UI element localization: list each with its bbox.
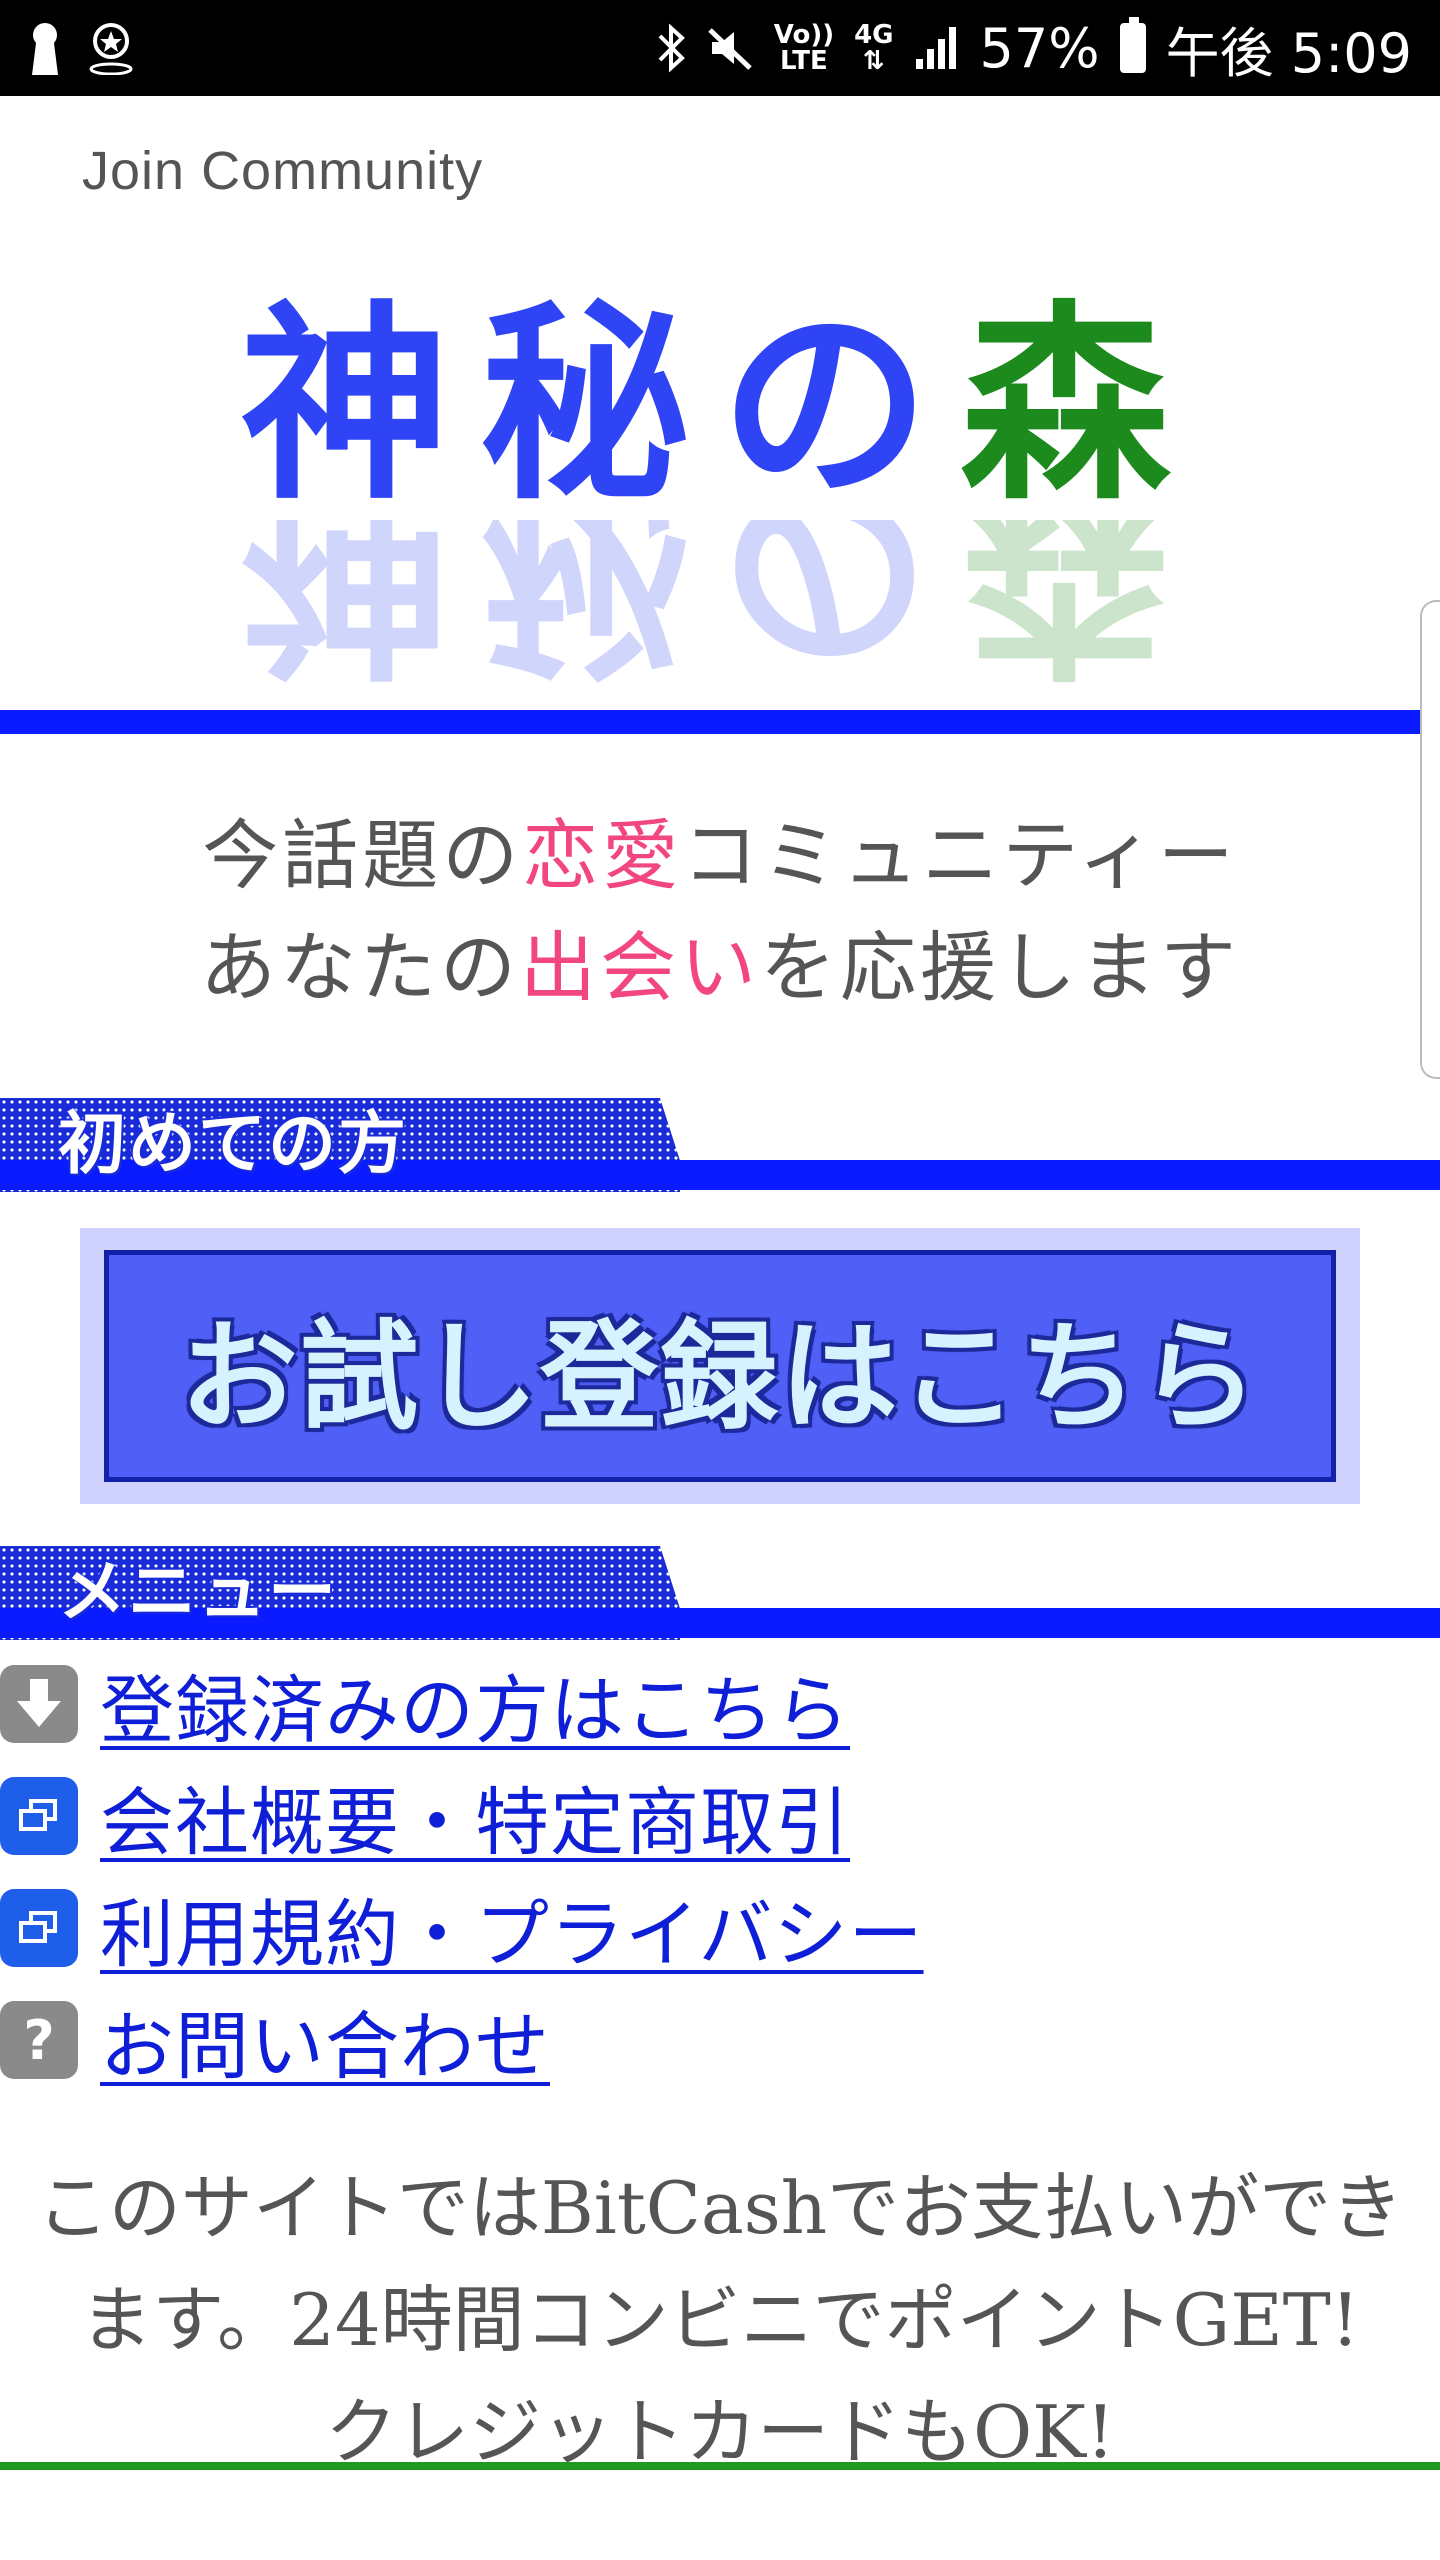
status-bar: Vo)) LTE 4G ⇅ 57% 午後 5:09 <box>0 0 1440 96</box>
section-title-menu: メニュー <box>58 1553 339 1632</box>
keyhole-icon <box>28 21 62 75</box>
menu-link-registered-login[interactable]: 登録済みの方はこちら <box>100 1651 850 1758</box>
battery-percent: 57% <box>979 16 1100 80</box>
mute-icon <box>706 24 754 72</box>
payment-info-text: このサイトではBitCashでお支払いができ ます。24時間コンビニでポイントG… <box>36 2166 1404 2474</box>
menu-link-contact[interactable]: お問い合わせ <box>100 1987 550 2094</box>
menu-item-terms-privacy[interactable]: 利用規約・プライバシー <box>0 1872 1440 1984</box>
menu-link-terms-privacy[interactable]: 利用規約・プライバシー <box>100 1875 924 1982</box>
logo-text-accent: 森 <box>960 281 1201 528</box>
logo-reflection-accent: 森 <box>960 520 1201 690</box>
logo-text-main: 神秘の <box>239 281 960 528</box>
trial-registration-label: お試し登録はこちら <box>179 1307 1260 1446</box>
menu-item-registered-login[interactable]: 登録済みの方はこちら <box>0 1648 1440 1760</box>
footer-divider <box>0 2462 1440 2470</box>
section-header-menu: メニュー <box>0 1546 1440 1640</box>
signal-icon <box>914 25 960 71</box>
site-logo[interactable]: 神秘の森 <box>0 290 1440 520</box>
4g-icon: 4G ⇅ <box>854 20 894 76</box>
section-header-first-time: 初めての方 <box>0 1098 1440 1192</box>
tagline-line-1: 今話題の恋愛コミュニティー <box>202 811 1238 900</box>
menu-link-company-info[interactable]: 会社概要・特定商取引 <box>100 1763 850 1870</box>
join-community-label: Join Community <box>82 141 484 201</box>
header-divider <box>0 710 1424 734</box>
logo-reflection: 神秘の森 <box>0 520 1440 690</box>
logo-reflection-main: 神秘の <box>239 520 960 690</box>
section-title-first-time: 初めての方 <box>58 1105 409 1184</box>
download-arrow-icon <box>0 1665 78 1743</box>
battery-icon <box>1119 17 1146 73</box>
clock: 午後 5:09 <box>1165 21 1412 85</box>
bluetooth-icon <box>656 22 686 74</box>
tagline-line-2: あなたの出会いを応援します <box>200 923 1240 1012</box>
volte-icon: Vo)) LTE <box>773 20 835 76</box>
question-icon: ? <box>0 2001 78 2079</box>
window-icon <box>0 1889 78 1967</box>
menu-list: 登録済みの方はこちら 会社概要・特定商取引 利用規約・プライバシー ? お問い合… <box>0 1648 1440 2096</box>
trial-registration-button[interactable]: お試し登録はこちら <box>80 1228 1360 1504</box>
location-badge-icon <box>88 21 134 75</box>
menu-item-contact[interactable]: ? お問い合わせ <box>0 1984 1440 2096</box>
tagline: 今話題の恋愛コミュニティー あなたの出会いを応援します <box>0 800 1440 1024</box>
window-icon <box>0 1777 78 1855</box>
menu-item-company-info[interactable]: 会社概要・特定商取引 <box>0 1760 1440 1872</box>
